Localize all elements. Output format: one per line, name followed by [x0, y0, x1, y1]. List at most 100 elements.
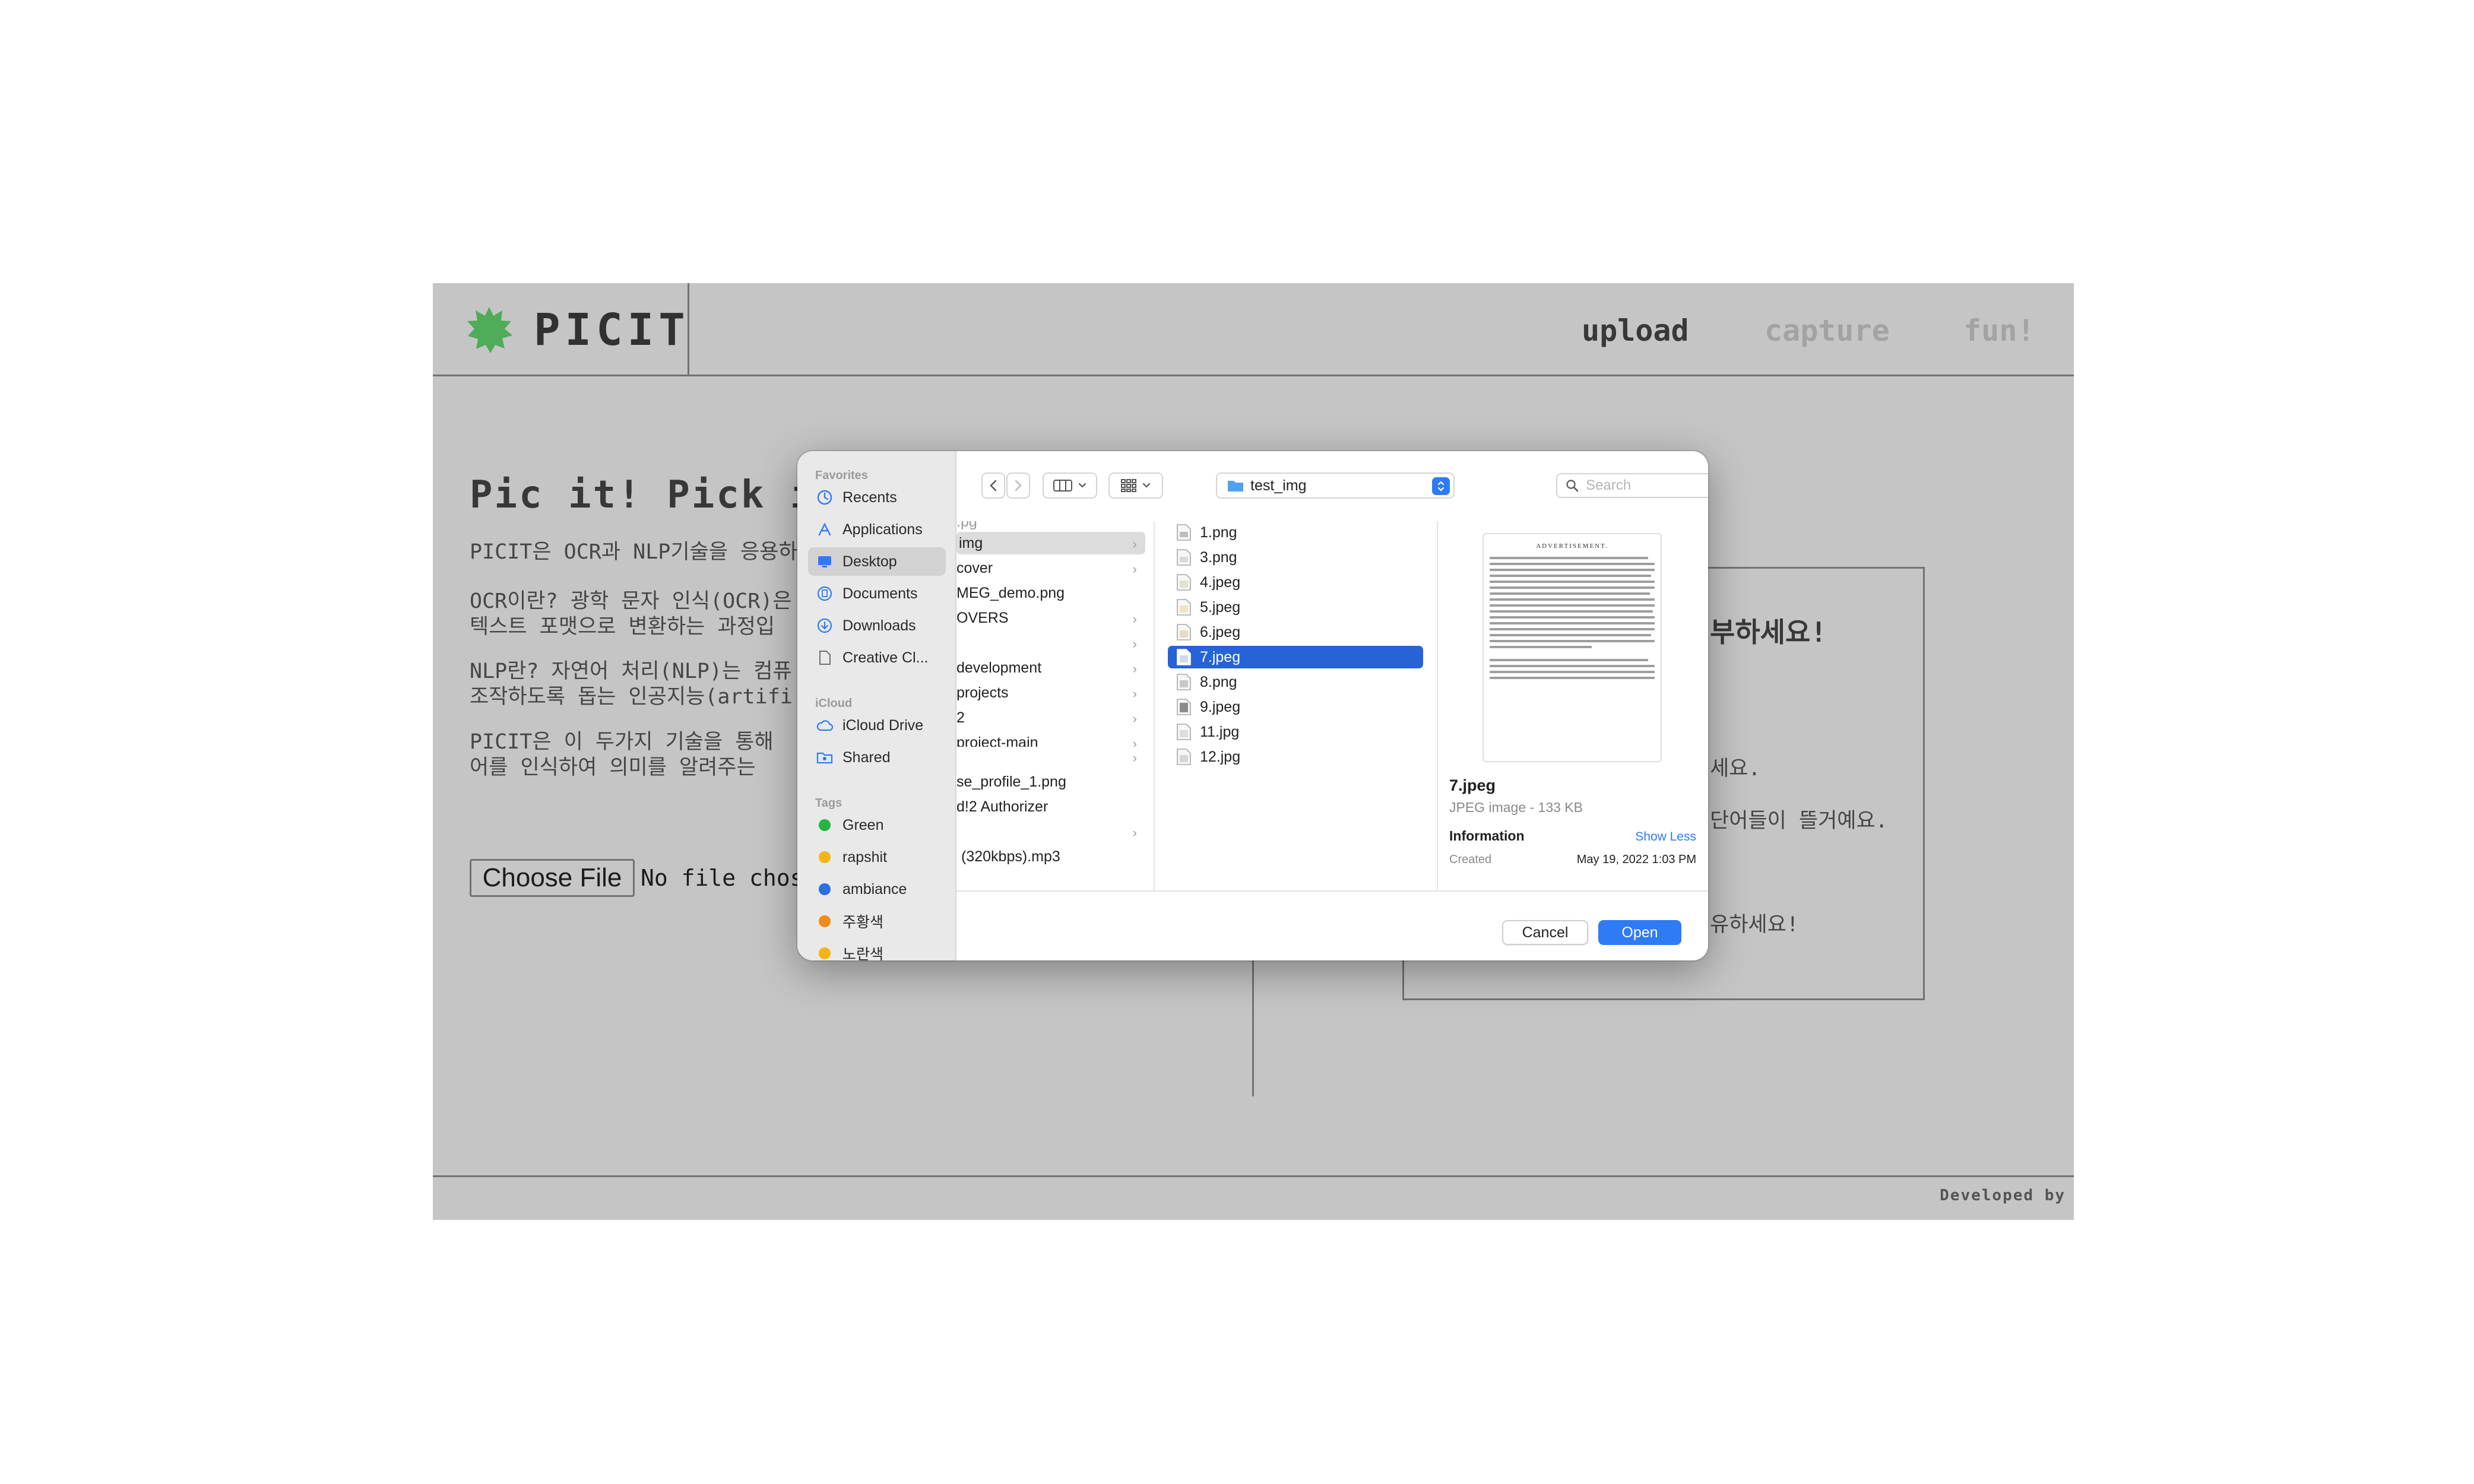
- chevron-right-icon: ›: [1132, 750, 1137, 765]
- chevron-right-icon: ›: [1132, 537, 1137, 551]
- list-item-label: projects: [956, 684, 1009, 701]
- list-item-label: img: [959, 534, 983, 551]
- list-item[interactable]: 8.png: [1168, 671, 1423, 693]
- image-file-icon: [1177, 599, 1191, 616]
- list-item[interactable]: ›: [956, 632, 1145, 654]
- list-item-label: cover: [956, 559, 993, 576]
- list-item[interactable]: 4.jpeg: [1168, 571, 1423, 594]
- list-item[interactable]: development ›: [956, 657, 1145, 679]
- open-button[interactable]: Open: [1598, 920, 1681, 945]
- image-file-icon: [1177, 649, 1191, 665]
- sidebar-item-label: Documents: [842, 585, 918, 602]
- grid-icon: [1121, 479, 1136, 492]
- group-button[interactable]: [1108, 473, 1163, 499]
- created-label: Created: [1449, 853, 1492, 866]
- list-item[interactable]: projects ›: [956, 681, 1145, 704]
- list-item[interactable]: 1.png: [1168, 521, 1423, 544]
- preview-kind-size: JPEG image - 133 KB: [1449, 800, 1583, 815]
- list-item-label: OVERS: [956, 609, 1009, 626]
- shared-folder-icon: [816, 749, 833, 766]
- view-mode-button[interactable]: [1043, 473, 1097, 499]
- search-input[interactable]: Search: [1556, 473, 1708, 498]
- list-item[interactable]: ›: [956, 820, 1145, 843]
- sidebar-item-desktop[interactable]: Desktop: [808, 547, 946, 576]
- chevron-right-icon: [1015, 480, 1022, 492]
- list-item[interactable]: d!2 Authorizer: [956, 795, 1145, 818]
- image-file-icon: [1177, 524, 1191, 541]
- cloud-icon: [816, 717, 833, 734]
- list-item[interactable]: .pg: [956, 521, 1145, 533]
- list-item[interactable]: project-main ›: [956, 731, 1145, 747]
- sidebar-tag-orange[interactable]: 주황색: [808, 907, 946, 936]
- back-button[interactable]: [981, 473, 1005, 499]
- sidebar-item-label: rapshit: [842, 848, 888, 865]
- sidebar-item-applications[interactable]: Applications: [808, 515, 946, 544]
- list-item-selected[interactable]: 7.jpeg: [1168, 646, 1423, 668]
- tag-dot-icon: [819, 915, 831, 927]
- sidebar-tag-yellow[interactable]: 노란색: [808, 939, 946, 960]
- location-popup[interactable]: test_img: [1216, 473, 1455, 499]
- list-item[interactable]: 6.jpeg: [1168, 621, 1423, 643]
- list-item-label: 4.jpeg: [1200, 573, 1241, 591]
- sidebar-item-documents[interactable]: Documents: [808, 579, 946, 608]
- list-item-label: (320kbps).mp3: [961, 848, 1060, 865]
- tag-dot-icon: [819, 819, 831, 831]
- list-item[interactable]: 11.jpg: [1168, 721, 1423, 743]
- information-heading: Information: [1449, 828, 1525, 844]
- up-down-arrows-icon: [1432, 477, 1450, 495]
- sidebar-tag-ambiance[interactable]: ambiance: [808, 875, 946, 903]
- chevron-down-icon: [1142, 483, 1151, 488]
- list-item[interactable]: 2 ›: [956, 706, 1145, 729]
- chevron-right-icon: ›: [1132, 686, 1137, 701]
- list-item-label: 9.jpeg: [1200, 698, 1241, 715]
- list-item[interactable]: MEG_demo.png: [956, 582, 1145, 604]
- sidebar-tag-rapshit[interactable]: rapshit: [808, 843, 946, 871]
- list-item[interactable]: 12.jpg: [1168, 746, 1423, 768]
- sidebar-item-label: Desktop: [842, 553, 897, 570]
- list-item[interactable]: 3.png: [1168, 546, 1423, 569]
- tag-dot-icon: [819, 883, 831, 895]
- list-item-label: 5.jpeg: [1200, 598, 1241, 616]
- document-icon: [816, 585, 833, 602]
- folder-icon: [1228, 481, 1243, 492]
- list-item-label: 3.png: [1200, 548, 1237, 566]
- list-item-label: 2: [956, 709, 965, 726]
- sidebar-item-label: Creative Cl...: [842, 649, 929, 666]
- browser-column-parent-lower: › se_profile_1.png d!2 Authorizer › (320…: [956, 747, 1155, 890]
- list-item-label: 6.jpeg: [1200, 623, 1241, 640]
- sidebar-item-label: Shared: [842, 749, 891, 766]
- sidebar-item-creative-cloud[interactable]: Creative Cl...: [808, 643, 946, 672]
- forward-button[interactable]: [1006, 473, 1030, 499]
- file-icon: [816, 649, 833, 666]
- thumbnail-heading: ADVERTISEMENT.: [1536, 543, 1608, 550]
- sidebar-item-label: Green: [842, 816, 884, 833]
- chevron-right-icon: ›: [1132, 562, 1137, 576]
- sidebar-item-label: Recents: [842, 489, 897, 506]
- list-item[interactable]: img ›: [956, 532, 1145, 554]
- list-item-label: 12.jpg: [1200, 748, 1241, 765]
- sidebar-item-shared[interactable]: Shared: [808, 743, 946, 772]
- sidebar-item-downloads[interactable]: Downloads: [808, 611, 946, 640]
- list-item[interactable]: (320kbps).mp3: [956, 845, 1145, 868]
- list-item[interactable]: 5.jpeg: [1168, 596, 1423, 619]
- location-label: test_img: [1250, 477, 1307, 494]
- sidebar-item-recents[interactable]: Recents: [808, 483, 946, 512]
- list-item[interactable]: cover ›: [956, 557, 1145, 579]
- image-file-icon: [1177, 749, 1191, 765]
- favorites-heading: Favorites: [815, 469, 868, 482]
- show-less-link[interactable]: Show Less: [1635, 830, 1696, 844]
- image-file-icon: [1177, 624, 1191, 640]
- sidebar-item-icloud-drive[interactable]: iCloud Drive: [808, 711, 946, 740]
- sidebar-item-label: ambiance: [842, 880, 907, 898]
- tag-dot-icon: [819, 851, 831, 863]
- clock-icon: [816, 489, 833, 506]
- list-item[interactable]: ›: [956, 747, 1145, 768]
- list-item[interactable]: 9.jpeg: [1168, 696, 1423, 718]
- sidebar-item-label: iCloud Drive: [842, 716, 924, 734]
- desktop-icon: [816, 553, 833, 570]
- cancel-button[interactable]: Cancel: [1502, 920, 1588, 945]
- list-item[interactable]: OVERS ›: [956, 607, 1145, 629]
- image-file-icon: [1177, 674, 1191, 690]
- sidebar-tag-green[interactable]: Green: [808, 811, 946, 839]
- list-item[interactable]: se_profile_1.png: [956, 770, 1145, 793]
